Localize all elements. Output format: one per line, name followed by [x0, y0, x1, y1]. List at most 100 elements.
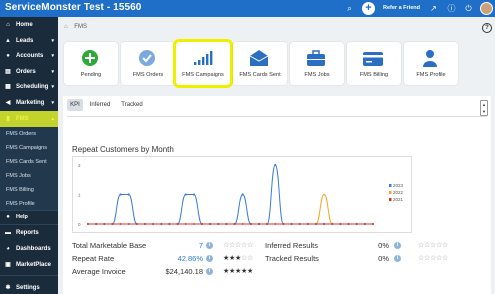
data-point[interactable] — [192, 193, 195, 196]
sidebar-item-marketplace[interactable]: ▣ MarketPlace — [0, 257, 58, 273]
data-point[interactable] — [241, 223, 244, 225]
data-point[interactable] — [160, 223, 163, 225]
data-point[interactable] — [103, 223, 106, 225]
store-icon: ▣ — [5, 262, 11, 268]
data-point[interactable] — [372, 223, 374, 225]
external-link-icon[interactable]: ↗ — [428, 3, 439, 14]
avatar[interactable] — [480, 2, 493, 15]
sidebar-item-reports[interactable]: ▬ Reports — [0, 225, 58, 241]
data-point[interactable] — [331, 223, 334, 225]
sidebar-item-marketing[interactable]: ◀ Marketing ▾ — [0, 95, 58, 111]
data-point[interactable] — [217, 223, 220, 225]
info-icon[interactable]: ⓘ — [446, 3, 457, 14]
data-point[interactable] — [184, 223, 187, 225]
add-button[interactable]: + — [362, 2, 375, 15]
data-point[interactable] — [168, 223, 171, 225]
home-icon: ⌂ — [6, 22, 10, 28]
data-point[interactable] — [119, 193, 122, 196]
data-point[interactable] — [87, 223, 89, 225]
sidebar-item-label: MarketPlace — [16, 262, 52, 268]
sidebar-item-accounts[interactable]: ● Accounts ▾ — [0, 48, 58, 64]
data-point[interactable] — [249, 223, 252, 225]
sidebar-item-help[interactable]: ● Help — [0, 211, 58, 223]
person-icon — [423, 50, 437, 67]
tile-fms-campaigns[interactable]: FMS Campaigns — [174, 40, 232, 87]
data-point[interactable] — [152, 223, 155, 225]
data-point[interactable] — [306, 223, 309, 225]
sidebar-item-home[interactable]: ⌂ Home — [0, 17, 58, 33]
data-point[interactable] — [315, 223, 317, 225]
tab-kpi[interactable]: KPI — [67, 99, 83, 111]
data-point[interactable] — [241, 193, 244, 196]
sidebar-subitem[interactable]: FMS Campaigns — [0, 141, 58, 155]
check-circle-icon — [139, 50, 155, 66]
star-empty-icon: ☆ — [441, 255, 448, 262]
home-icon[interactable]: ⌂ — [64, 24, 68, 30]
sidebar-item-scheduling[interactable]: ▦ Scheduling ▾ — [0, 79, 58, 95]
data-point[interactable] — [258, 223, 260, 225]
data-point[interactable] — [347, 223, 350, 225]
info-icon[interactable]: i — [206, 268, 213, 275]
data-point[interactable] — [201, 223, 203, 225]
refer-friend-link[interactable]: Refer a Friend — [383, 5, 420, 11]
help-icon[interactable]: ? — [482, 23, 492, 33]
data-point[interactable] — [363, 223, 366, 225]
star-empty-icon: ☆ — [441, 242, 448, 249]
info-icon[interactable]: i — [206, 255, 213, 262]
data-point[interactable] — [225, 223, 228, 225]
sidebar-item-dashboards[interactable]: ◕ Dashboards — [0, 241, 58, 257]
tile-fms-cards-sent[interactable]: FMS Cards Sent — [233, 42, 287, 85]
kpi-panel: KPI Inferred Tracked ▲ ▼ Repeat Customers… — [63, 96, 491, 294]
dashboard-icon: ◕ — [6, 246, 10, 252]
data-point[interactable] — [192, 223, 195, 225]
tab-tracked[interactable]: Tracked — [119, 99, 145, 111]
tab-inferred[interactable]: Inferred — [87, 99, 113, 111]
data-point[interactable] — [290, 223, 293, 225]
info-icon[interactable]: i — [206, 242, 213, 249]
search-icon[interactable]: ⌕ — [344, 3, 355, 14]
info-icon[interactable]: i — [394, 255, 401, 262]
info-icon[interactable]: i — [394, 242, 401, 249]
sidebar-subitem[interactable]: FMS Jobs — [0, 169, 58, 183]
data-point[interactable] — [323, 193, 326, 196]
data-point[interactable] — [323, 223, 326, 225]
tile-fms-billing[interactable]: FMS Billing — [347, 42, 401, 85]
data-point[interactable] — [127, 223, 130, 225]
data-point[interactable] — [274, 163, 277, 167]
data-point[interactable] — [266, 223, 269, 225]
data-point[interactable] — [127, 193, 130, 196]
data-point[interactable] — [355, 223, 358, 225]
sidebar-subitem[interactable]: FMS Billing — [0, 183, 58, 197]
tracked-results-value: 0% — [378, 254, 389, 263]
sidebar-item-orders[interactable]: ▤ Orders ▾ — [0, 64, 58, 80]
sidebar-subitem[interactable]: FMS Orders — [0, 127, 58, 141]
legend-swatch — [389, 184, 392, 187]
sidebar-subitem[interactable]: FMS Cards Sent — [0, 155, 58, 169]
power-icon[interactable]: ⏻ — [463, 3, 474, 14]
data-point[interactable] — [274, 223, 277, 225]
data-point[interactable] — [135, 223, 138, 225]
data-point[interactable] — [233, 223, 236, 225]
data-point[interactable] — [282, 223, 285, 225]
data-point[interactable] — [176, 223, 179, 225]
tile-fms-jobs[interactable]: FMS Jobs — [290, 42, 344, 85]
tile-pending[interactable]: Pending — [64, 42, 118, 85]
scroll-toggle-button[interactable]: ▲ ▼ — [480, 100, 488, 116]
sidebar-item-settings[interactable]: ✱ Settings — [0, 280, 58, 294]
sidebar-item-leads[interactable]: ▲ Leads ▾ — [0, 33, 58, 49]
data-point[interactable] — [184, 193, 187, 196]
data-point[interactable] — [144, 223, 146, 225]
sidebar-subitem[interactable]: FMS Profile — [0, 197, 58, 211]
legend-swatch — [389, 198, 392, 201]
data-point[interactable] — [119, 223, 122, 225]
app-title: ServiceMonster Test - 15560 — [5, 2, 142, 13]
data-point[interactable] — [339, 223, 342, 225]
help-icon: ● — [6, 214, 10, 220]
data-point[interactable] — [111, 223, 114, 225]
sidebar-item-label: Orders — [16, 69, 36, 75]
data-point[interactable] — [209, 223, 212, 225]
tile-fms-profile[interactable]: FMS Profile — [404, 42, 458, 85]
tile-fms-orders[interactable]: FMS Orders — [121, 42, 175, 85]
data-point[interactable] — [95, 223, 98, 225]
data-point[interactable] — [298, 223, 301, 225]
